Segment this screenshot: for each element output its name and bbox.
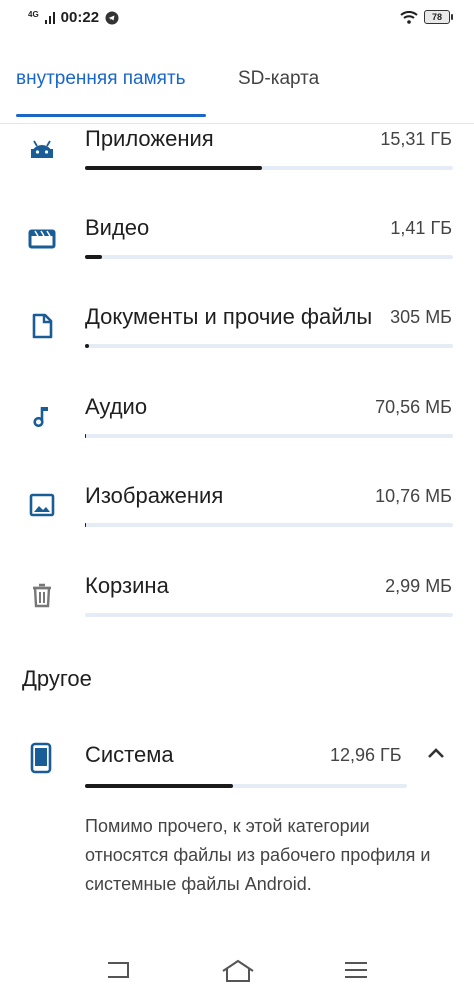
system-description: Помимо прочего, к этой категории относят… (85, 816, 431, 894)
video-icon (28, 229, 56, 249)
usage-bar (85, 434, 453, 438)
usage-bar-fill (85, 434, 87, 438)
storage-tabs: внутренняя память SD-карта (0, 60, 474, 124)
storage-item-images[interactable]: Изображения 10,76 МБ (0, 483, 474, 573)
usage-bar-fill (85, 166, 262, 170)
clock: 00:22 (60, 9, 100, 26)
chevron-up-icon[interactable] (426, 746, 446, 760)
usage-bar (85, 784, 407, 788)
storage-item-size: 15,31 ГБ (376, 129, 452, 150)
document-icon (32, 313, 53, 339)
tabs-divider (0, 123, 474, 124)
storage-item-audio[interactable]: Аудио 70,56 МБ (0, 394, 474, 484)
phone-icon (30, 742, 52, 774)
storage-item-video[interactable]: Видео 1,41 ГБ (0, 215, 474, 305)
telegram-icon (105, 11, 119, 24)
storage-item-label: Корзина (85, 573, 169, 598)
usage-bar (85, 523, 453, 527)
storage-item-label: Документы и прочие файлы (85, 304, 373, 329)
usage-bar-fill (85, 344, 89, 348)
tab-sd-card[interactable]: SD-карта (238, 68, 319, 90)
back-icon[interactable] (104, 959, 132, 981)
storage-item-label: Система (85, 742, 174, 767)
usage-bar (85, 255, 453, 259)
battery-icon: 78 (424, 10, 453, 24)
navigation-bar (0, 941, 474, 1001)
usage-bar (85, 166, 453, 170)
status-bar: 4G 00:22 78 (0, 0, 474, 38)
storage-item-size: 10,76 МБ (371, 486, 452, 507)
android-icon (31, 140, 53, 158)
storage-item-documents[interactable]: Документы и прочие файлы 305 МБ (0, 304, 474, 394)
wifi-icon (400, 10, 418, 24)
storage-item-trash[interactable]: Корзина 2,99 МБ (0, 573, 474, 663)
status-right: 78 (400, 10, 453, 24)
storage-item-label: Аудио (85, 394, 148, 419)
storage-item-size: 70,56 МБ (371, 397, 452, 418)
status-left: 4G 00:22 (28, 9, 119, 26)
usage-bar (85, 344, 453, 348)
signal-icon (44, 11, 55, 24)
usage-bar-fill (85, 523, 86, 527)
usage-bar (85, 613, 453, 617)
trash-icon (33, 583, 51, 608)
storage-item-apps[interactable]: Приложения 15,31 ГБ (0, 126, 474, 216)
network-type: 4G (28, 9, 39, 19)
storage-item-label: Видео (85, 215, 150, 240)
image-icon (29, 493, 55, 517)
storage-item-label: Приложения (85, 126, 214, 151)
storage-item-size: 305 МБ (386, 307, 452, 328)
storage-item-label: Изображения (85, 483, 224, 508)
tab-indicator (16, 114, 206, 117)
tab-internal-storage[interactable]: внутренняя память (16, 68, 186, 90)
usage-bar-fill (85, 784, 234, 788)
storage-item-size: 12,96 ГБ (330, 745, 402, 765)
section-title-other: Другое (22, 666, 92, 691)
menu-icon[interactable] (343, 959, 369, 981)
storage-item-size: 2,99 МБ (381, 576, 452, 597)
battery-level: 78 (431, 12, 442, 22)
music-icon (33, 407, 48, 428)
storage-item-size: 1,41 ГБ (386, 218, 452, 239)
usage-bar-fill (85, 255, 102, 259)
home-icon[interactable] (221, 959, 255, 983)
